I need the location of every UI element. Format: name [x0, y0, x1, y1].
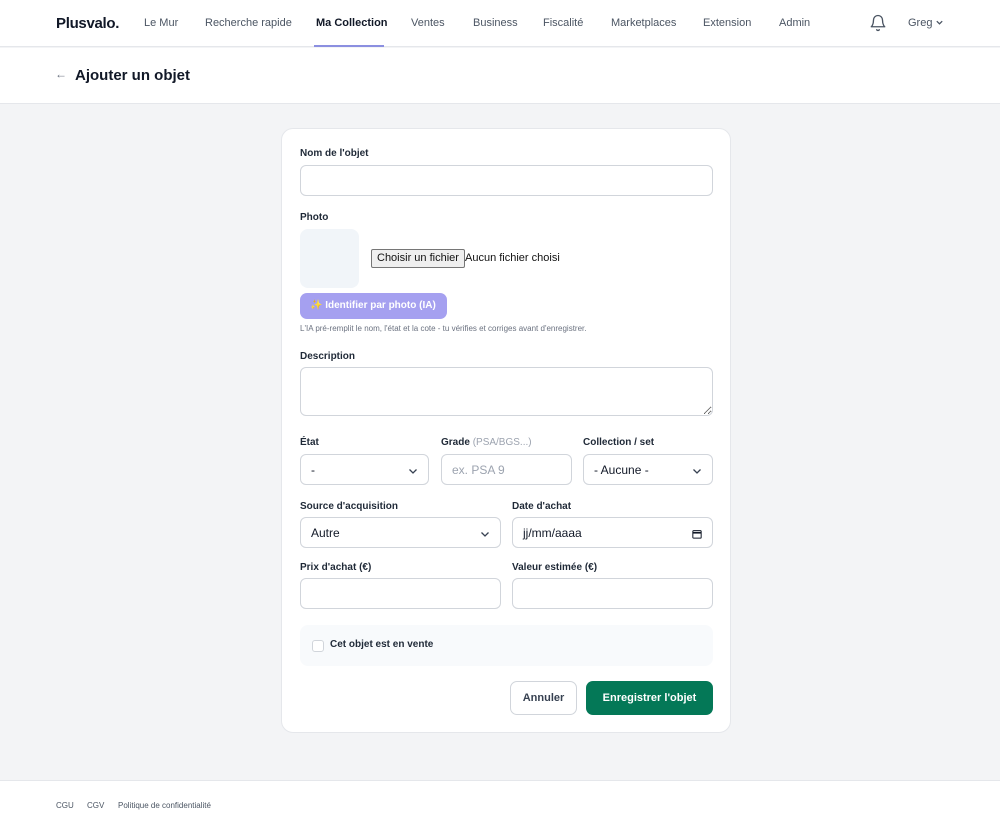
- nav-le-mur[interactable]: Le Mur: [144, 17, 178, 29]
- for-sale-checkbox[interactable]: [312, 640, 324, 652]
- calendar-icon[interactable]: [692, 529, 702, 539]
- page-header: ← Ajouter un objet: [0, 48, 1000, 104]
- name-input[interactable]: [300, 165, 713, 196]
- nav-business[interactable]: Business: [473, 17, 518, 29]
- cancel-button[interactable]: Annuler: [510, 681, 577, 715]
- footer-link-cgv[interactable]: CGV: [87, 801, 104, 810]
- photo-label: Photo: [300, 212, 329, 223]
- footer: CGU CGV Politique de confidentialité: [0, 780, 1000, 829]
- ai-hint: L'IA pré-remplit le nom, l'état et la co…: [300, 324, 587, 333]
- description-label: Description: [300, 351, 356, 362]
- description-textarea[interactable]: [300, 367, 713, 416]
- source-select[interactable]: Autre: [300, 517, 501, 548]
- add-item-form: Nom de l'objet Photo Choisir un fichier …: [281, 128, 731, 733]
- brand-logo[interactable]: Plusvalo.: [56, 15, 119, 32]
- chevron-down-icon: [481, 532, 489, 537]
- page-title: Ajouter un objet: [75, 67, 190, 84]
- purchase-date-input[interactable]: jj/mm/aaaa: [512, 517, 713, 548]
- purchase-price-label: Prix d'achat (€): [300, 562, 372, 573]
- state-select[interactable]: -: [300, 454, 429, 485]
- source-value: Autre: [311, 526, 340, 540]
- estimated-value-input[interactable]: [512, 578, 713, 609]
- chevron-down-icon: [693, 469, 701, 474]
- photo-preview: [300, 229, 359, 288]
- grade-label-hint: (PSA/BGS...): [472, 437, 532, 448]
- ai-identify-button[interactable]: ✨ Identifier par photo (IA): [300, 293, 447, 319]
- file-status: Aucun fichier choisi: [465, 252, 560, 264]
- bell-icon[interactable]: [869, 14, 887, 32]
- collection-select[interactable]: - Aucune -: [583, 454, 713, 485]
- collection-label: Collection / set: [583, 437, 655, 448]
- back-arrow-icon[interactable]: ←: [55, 67, 67, 81]
- state-value: -: [311, 463, 315, 477]
- nav-active-indicator: [314, 45, 384, 47]
- purchase-date-placeholder: jj/mm/aaaa: [523, 526, 582, 540]
- save-button[interactable]: Enregistrer l'objet: [586, 681, 713, 715]
- purchase-date-label: Date d'achat: [512, 501, 572, 512]
- nav-admin[interactable]: Admin: [779, 17, 810, 29]
- estimated-value-label: Valeur estimée (€): [512, 562, 598, 573]
- purchase-price-input[interactable]: [300, 578, 501, 609]
- nav-extension[interactable]: Extension: [703, 17, 751, 29]
- for-sale-row: Cet objet est en vente: [300, 625, 713, 666]
- grade-label: Grade (PSA/BGS...): [441, 437, 532, 448]
- nav-ma-collection[interactable]: Ma Collection: [316, 17, 388, 29]
- chevron-down-icon[interactable]: [935, 18, 944, 27]
- nav-marketplaces[interactable]: Marketplaces: [611, 17, 676, 29]
- chevron-down-icon: [409, 469, 417, 474]
- choose-file-button[interactable]: Choisir un fichier: [371, 249, 465, 268]
- nav-recherche-rapide[interactable]: Recherche rapide: [205, 17, 292, 29]
- grade-input[interactable]: [441, 454, 572, 485]
- footer-link-privacy[interactable]: Politique de confidentialité: [118, 801, 211, 810]
- user-menu[interactable]: Greg: [908, 17, 932, 29]
- top-navbar: Plusvalo. Le Mur Recherche rapide Ma Col…: [0, 0, 1000, 47]
- collection-value: - Aucune -: [594, 463, 649, 477]
- source-label: Source d'acquisition: [300, 501, 398, 512]
- name-label: Nom de l'objet: [300, 148, 369, 159]
- for-sale-label[interactable]: Cet objet est en vente: [330, 639, 433, 650]
- state-label: État: [300, 437, 319, 448]
- nav-fiscalite[interactable]: Fiscalité: [543, 17, 583, 29]
- footer-link-cgu[interactable]: CGU: [56, 801, 74, 810]
- nav-ventes[interactable]: Ventes: [411, 17, 445, 29]
